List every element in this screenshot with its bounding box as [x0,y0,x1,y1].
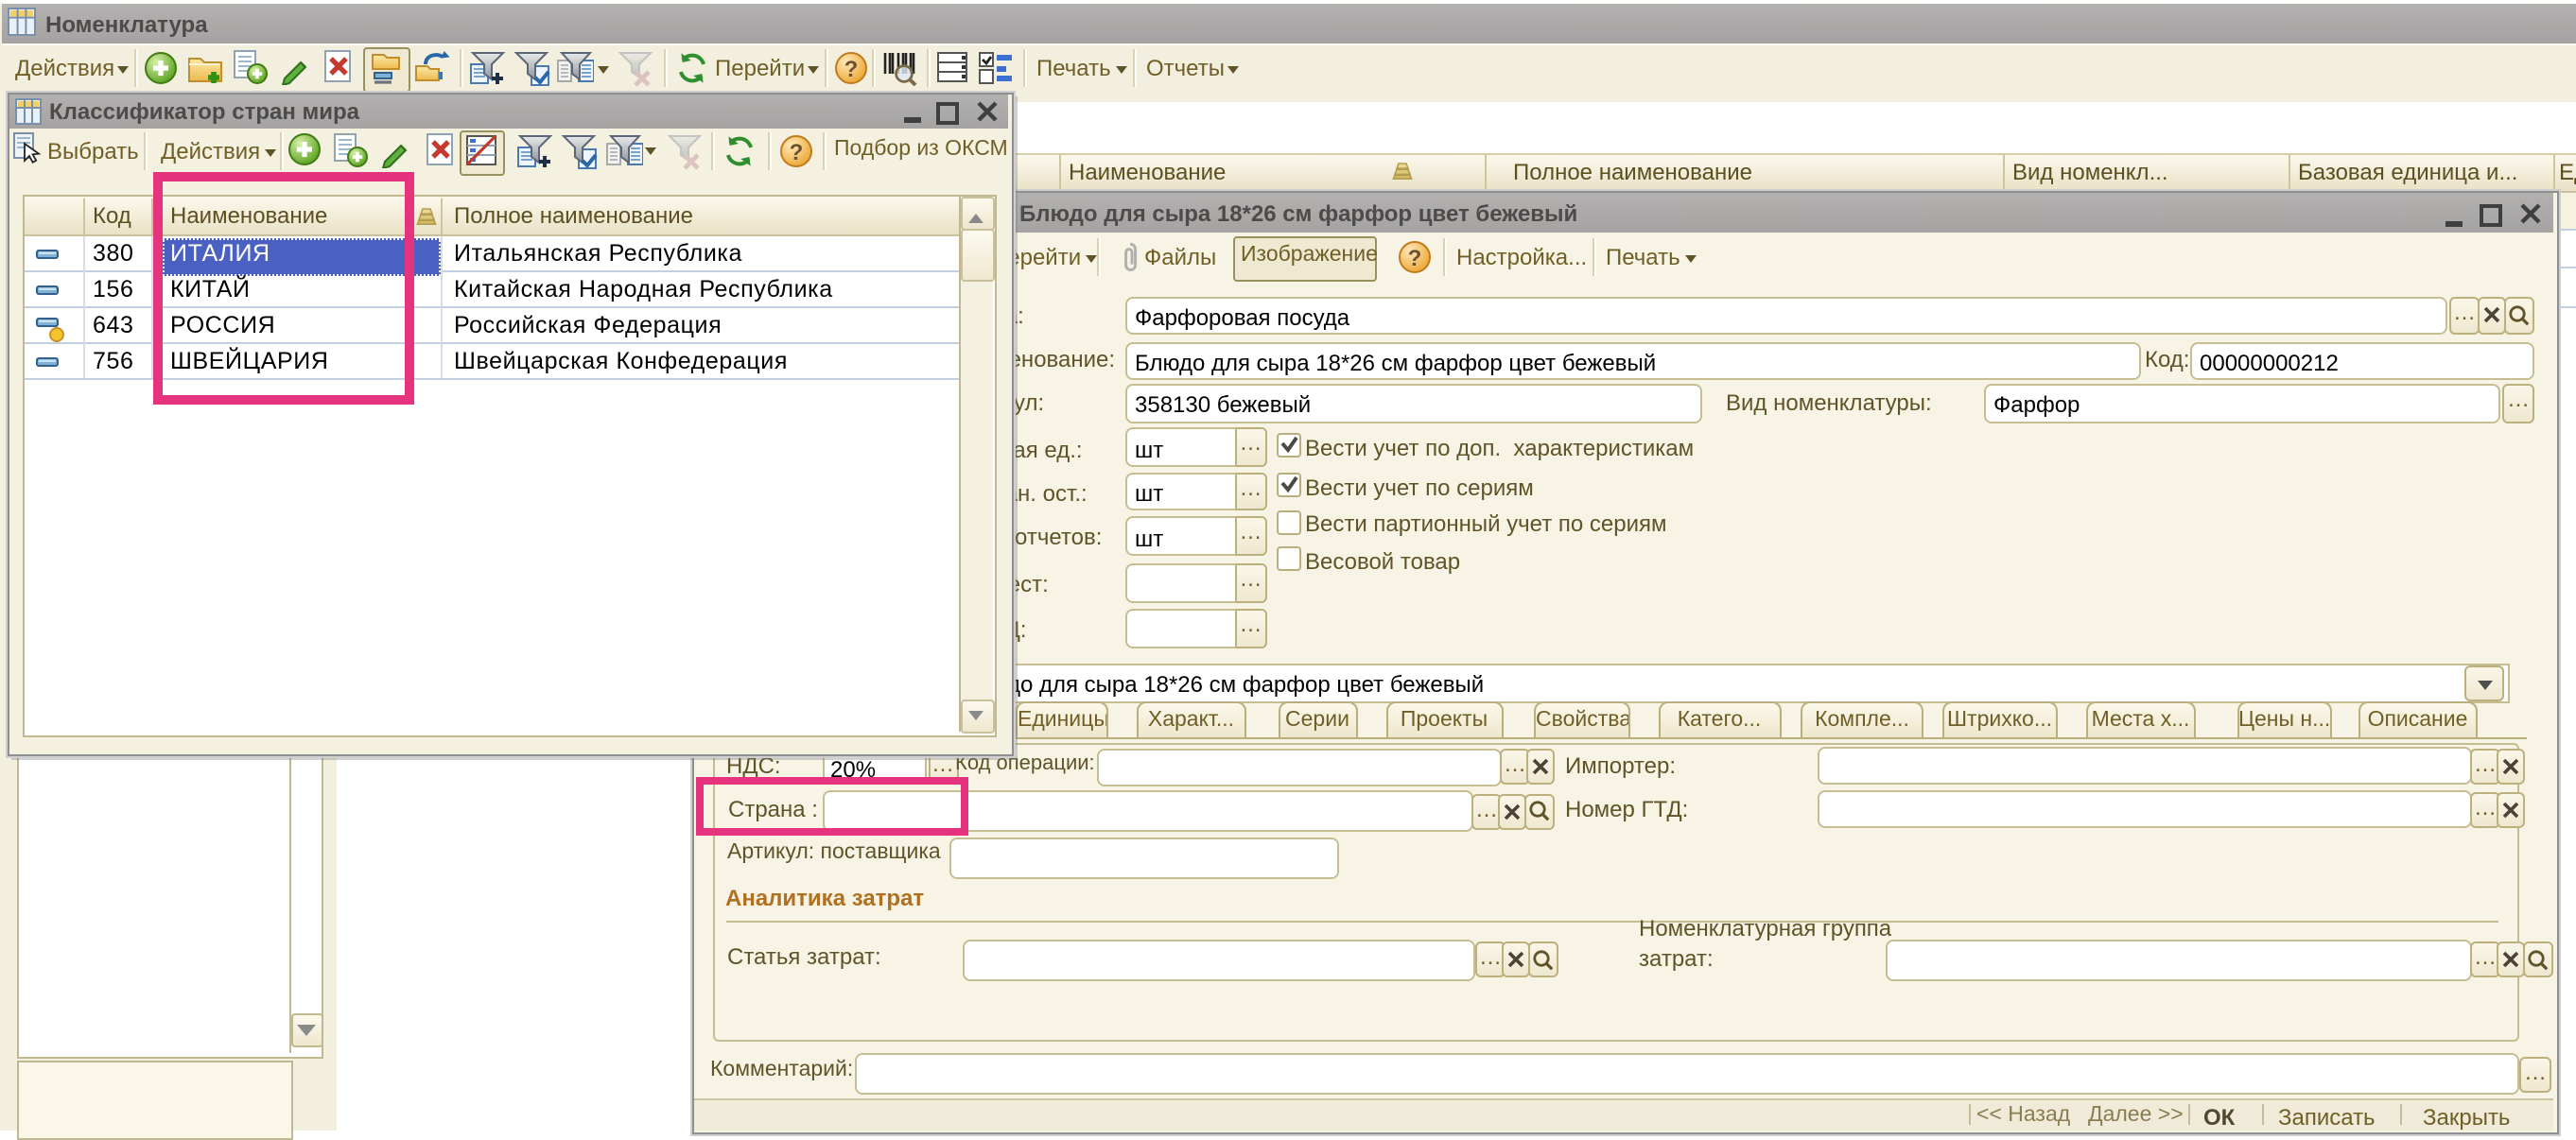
svg-text:?: ? [790,140,804,165]
svg-text:?: ? [1408,246,1422,271]
svg-text:?: ? [844,57,859,82]
